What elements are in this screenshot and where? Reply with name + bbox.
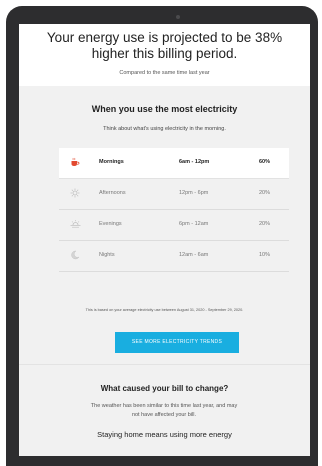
usage-table: Mornings 6am - 12pm 60% Afternoons 12pm … [59, 148, 289, 272]
sunset-icon [69, 218, 81, 230]
coffee-cup-icon [69, 156, 81, 168]
comparison-note: Compared to the same time last year [119, 70, 210, 76]
hours-range: 6pm - 12am [179, 221, 209, 227]
usage-row-mornings: Mornings 6am - 12pm 60% [59, 148, 289, 179]
see-more-trends-button[interactable]: SEE MORE ELECTRICITY TRENDS [115, 332, 239, 353]
hours-range: 6am - 12pm [179, 159, 210, 165]
period-label: Mornings [99, 159, 124, 165]
moon-icon [69, 249, 81, 261]
hours-range: 12am - 6am [179, 252, 209, 258]
weather-explanation: The weather has been similar to this tim… [90, 403, 238, 418]
usage-subtitle: Think about what's using electricity in … [103, 126, 226, 132]
period-label: Nights [99, 252, 115, 258]
usage-row-afternoons: Afternoons 12pm - 6pm 20% [59, 179, 289, 210]
sun-icon [69, 187, 81, 199]
period-label: Afternoons [99, 190, 126, 196]
bill-change-title: What caused your bill to change? [100, 384, 229, 393]
usage-percent: 60% [259, 159, 271, 165]
usage-panel: When you use the most electricity Think … [19, 86, 310, 364]
section-divider [19, 364, 310, 365]
camera-dot [176, 15, 180, 19]
usage-row-evenings: Evenings 6pm - 12am 20% [59, 210, 289, 241]
staying-home-heading: Staying home means using more energy [97, 430, 232, 439]
usage-row-nights: Nights 12am - 6am 10% [59, 241, 289, 272]
usage-title: When you use the most electricity [91, 104, 238, 114]
usage-percent: 20% [259, 190, 271, 196]
usage-percent: 20% [259, 221, 271, 227]
usage-percent: 10% [259, 252, 271, 258]
bill-change-section: What caused your bill to change? The wea… [19, 364, 310, 456]
projection-headline: Your energy use is projected to be 38% h… [46, 30, 283, 61]
period-label: Evenings [99, 221, 122, 227]
email-screen[interactable]: Your energy use is projected to be 38% h… [19, 24, 310, 456]
usage-footnote: This is based on your average electricit… [85, 308, 244, 312]
projection-header: Your energy use is projected to be 38% h… [19, 24, 310, 86]
tablet-frame: Your energy use is projected to be 38% h… [6, 6, 318, 466]
hours-range: 12pm - 6pm [179, 190, 209, 196]
